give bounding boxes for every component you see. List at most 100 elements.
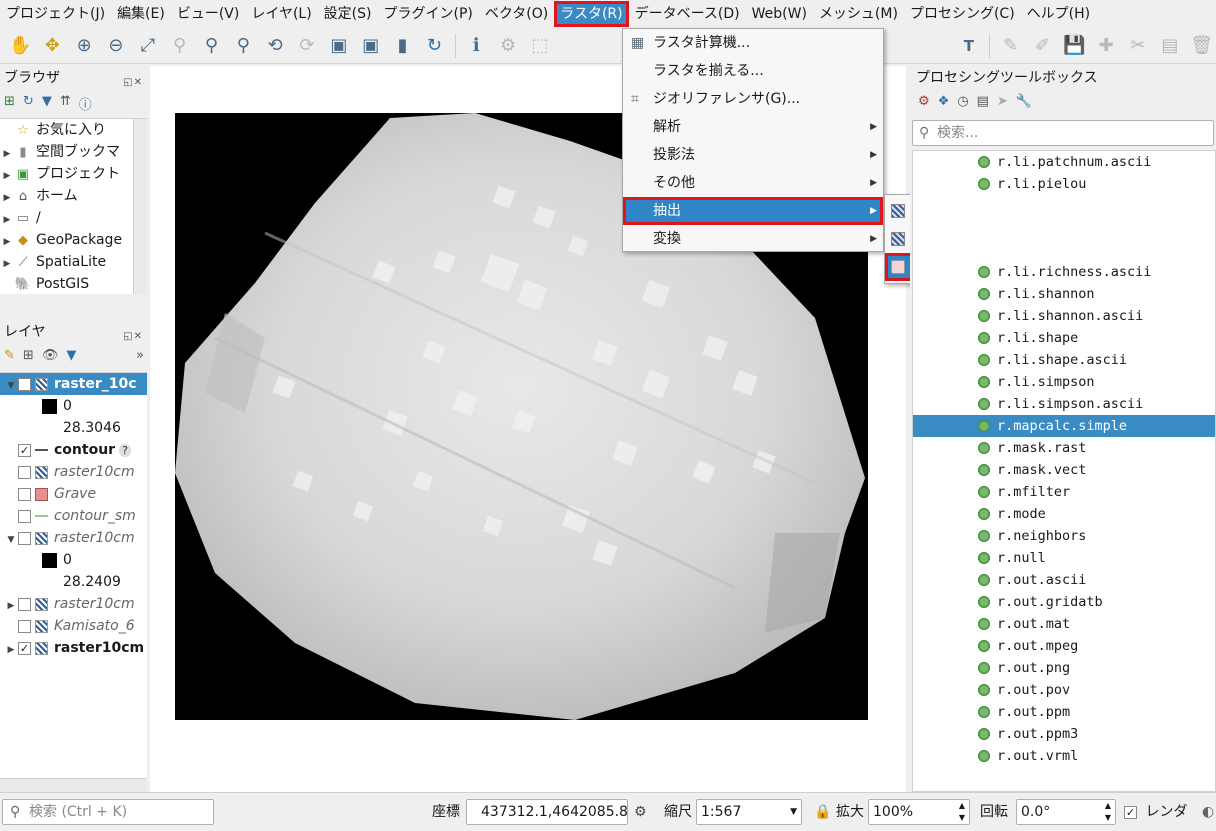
browser-item[interactable]: ▶ ◆ GeoPackage — [0, 229, 147, 251]
layer-visibility-checkbox[interactable] — [18, 509, 31, 523]
menu-11[interactable]: プロセシング(C) — [904, 1, 1021, 27]
layer-row[interactable]: Kamisato_6 — [0, 615, 147, 637]
add-feature-icon[interactable]: ✚ — [1092, 31, 1121, 61]
menu-12[interactable]: ヘルプ(H) — [1021, 1, 1096, 27]
bookmark-icon[interactable]: ▮ — [388, 31, 417, 61]
refresh-icon[interactable]: ↻ — [420, 31, 449, 61]
browser-item[interactable]: ▶ ▣ プロジェクト — [0, 163, 147, 185]
lock-scale-icon[interactable]: 🔒 — [814, 799, 831, 825]
algorithm-item[interactable]: r.li.shape.ascii — [913, 349, 1215, 371]
more-chevron-icon[interactable]: » — [136, 348, 144, 370]
expand-arrow-icon[interactable]: ▶ — [0, 165, 14, 187]
layer-row[interactable]: raster10cm — [0, 461, 147, 483]
layer-row[interactable]: ▼ raster10cm — [0, 527, 147, 549]
messages-icon[interactable]: ◐ — [1202, 799, 1214, 825]
algorithm-item[interactable]: r.li.pielou — [913, 173, 1215, 195]
visibility-eye-icon[interactable]: 👁 — [42, 348, 59, 370]
menu-3[interactable]: レイヤ(L) — [245, 1, 317, 27]
algorithm-item[interactable]: r.mfilter — [913, 481, 1215, 503]
layer-row[interactable]: ✓ contour? — [0, 439, 147, 461]
browser-item[interactable]: 🐘 PostGIS — [0, 273, 147, 294]
menu-6[interactable]: ベクタ(O) — [479, 1, 554, 27]
refresh-icon[interactable]: ↻ — [23, 94, 34, 116]
algorithm-item[interactable]: r.mode — [913, 503, 1215, 525]
algorithm-item[interactable]: r.out.pov — [913, 679, 1215, 701]
expand-arrow-icon[interactable]: ▶ — [0, 187, 14, 209]
algorithm-item-hidden[interactable] — [913, 239, 1215, 261]
action-gear-icon[interactable]: ⚙ — [494, 31, 523, 61]
menu-10[interactable]: メッシュ(M) — [813, 1, 904, 27]
browser-item[interactable]: ▶ ▮ 空間ブックマ — [0, 141, 147, 163]
raster-menu-item[interactable]: 解析 ▶ — [623, 113, 883, 141]
algorithm-item[interactable]: r.null — [913, 547, 1215, 569]
pan-hand-icon[interactable]: ✋ — [6, 31, 35, 61]
layer-visibility-checkbox[interactable] — [18, 465, 31, 479]
expand-arrow-icon[interactable]: ▼ — [4, 375, 18, 397]
menu-4[interactable]: 設定(S) — [318, 1, 378, 27]
magnifier-spinbox[interactable]: 100% ▲ ▼ — [868, 799, 970, 825]
algorithm-item[interactable]: r.li.shannon — [913, 283, 1215, 305]
browser-item[interactable]: ▶ ⌂ ホーム — [0, 185, 147, 207]
expand-arrow-icon[interactable]: ▶ — [0, 209, 14, 231]
zoom-to-layer-icon[interactable]: ⚲ — [197, 31, 226, 61]
algorithm-item[interactable]: r.out.gridatb — [913, 591, 1215, 613]
legend-row[interactable]: 28.3046 — [0, 417, 147, 439]
help-icon[interactable]: ⓘ — [79, 94, 92, 116]
python-scripts-icon[interactable]: ❖ — [938, 94, 950, 116]
digitize-pencil-icon[interactable]: ✎ — [996, 31, 1025, 61]
add-layer-icon[interactable]: ⊞ — [4, 94, 15, 116]
filter-icon[interactable]: ▼ — [42, 94, 52, 116]
render-checkbox[interactable]: ✓ レンダ — [1124, 799, 1187, 825]
algorithm-item[interactable]: r.out.ascii — [913, 569, 1215, 591]
browser-item[interactable]: ☆ お気に入り — [0, 119, 147, 141]
identify-icon[interactable]: ℹ — [462, 31, 491, 61]
menu-2[interactable]: ビュー(V) — [171, 1, 246, 27]
layers-tree[interactable]: ▼ ✓ raster_10c 0 28.3046 ✓ contour? raster10cm G… — [0, 372, 147, 792]
legend-row[interactable]: 0 — [0, 395, 147, 417]
algorithm-item[interactable]: r.li.shannon.ascii — [913, 305, 1215, 327]
add-group-icon[interactable]: ⊞ — [23, 348, 34, 370]
expand-arrow-icon[interactable]: ▶ — [0, 231, 14, 253]
processing-search-input[interactable]: ⚲ 検索... — [912, 120, 1214, 146]
algorithm-item[interactable]: r.li.shape — [913, 327, 1215, 349]
raster-menu-item[interactable]: その他 ▶ — [623, 169, 883, 197]
raster-menu-item[interactable]: ▦ ラスタ計算機... — [623, 29, 883, 57]
algorithm-item[interactable]: r.li.simpson.ascii — [913, 393, 1215, 415]
new-map-view-icon[interactable]: ▣ — [324, 31, 353, 61]
legend-row[interactable]: 28.2409 — [0, 571, 147, 593]
filter-icon[interactable]: ▼ — [66, 348, 76, 370]
algorithm-item[interactable]: r.out.mat — [913, 613, 1215, 635]
zoom-out-icon[interactable]: ⊖ — [102, 31, 131, 61]
text-annotation-icon[interactable]: T — [954, 31, 983, 61]
panel-float-close-icon[interactable]: ◱✕ — [123, 71, 143, 95]
menu-5[interactable]: プラグイン(P) — [377, 1, 478, 27]
algorithm-item[interactable]: r.mapcalc.simple — [913, 415, 1215, 437]
vertical-scrollbar[interactable] — [133, 119, 147, 294]
delete-selected-icon[interactable]: 🗑 — [1187, 31, 1216, 61]
processing-algorithm-tree[interactable]: r.li.patchnum.ascii r.li.pielou r.li.richn… — [912, 150, 1216, 792]
algorithm-item[interactable]: r.mask.vect — [913, 459, 1215, 481]
zoom-last-icon[interactable]: ⟲ — [261, 31, 290, 61]
history-clock-icon[interactable]: ◷ — [957, 94, 968, 116]
raster-menu-item[interactable]: ⌗ ジオリファレンサ(G)... — [623, 85, 883, 113]
algorithm-item-hidden[interactable] — [913, 217, 1215, 239]
algorithm-item[interactable]: r.out.mpeg — [913, 635, 1215, 657]
layer-row[interactable]: contour_sm — [0, 505, 147, 527]
raster-menu-item[interactable]: ラスタを揃える... — [623, 57, 883, 85]
toggle-edit-icon[interactable]: ✐ — [1028, 31, 1057, 61]
raster-menu-item[interactable]: 抽出 ▶ — [623, 197, 883, 225]
algorithm-item[interactable]: r.li.patchnum.ascii — [913, 151, 1215, 173]
save-edits-icon[interactable]: 💾 — [1060, 31, 1089, 61]
layer-visibility-checkbox[interactable]: ✓ — [18, 641, 31, 655]
zoom-to-selection-icon[interactable]: ⚲ — [165, 31, 194, 61]
algorithm-item[interactable]: r.out.ppm — [913, 701, 1215, 723]
results-viewer-icon[interactable]: ▤ — [977, 94, 989, 116]
zoom-next-icon[interactable]: ⟳ — [293, 31, 322, 61]
algorithm-item[interactable]: r.out.png — [913, 657, 1215, 679]
coordinate-field[interactable]: 437312.1,4642085.8 — [466, 799, 628, 825]
render-checkbox-box[interactable]: ✓ — [1124, 805, 1137, 819]
legend-row[interactable]: 0 — [0, 549, 147, 571]
new-3d-view-icon[interactable]: ▣ — [356, 31, 385, 61]
layer-row[interactable]: ▶ raster10cm — [0, 593, 147, 615]
algorithm-item[interactable]: r.out.ppm3 — [913, 723, 1215, 745]
